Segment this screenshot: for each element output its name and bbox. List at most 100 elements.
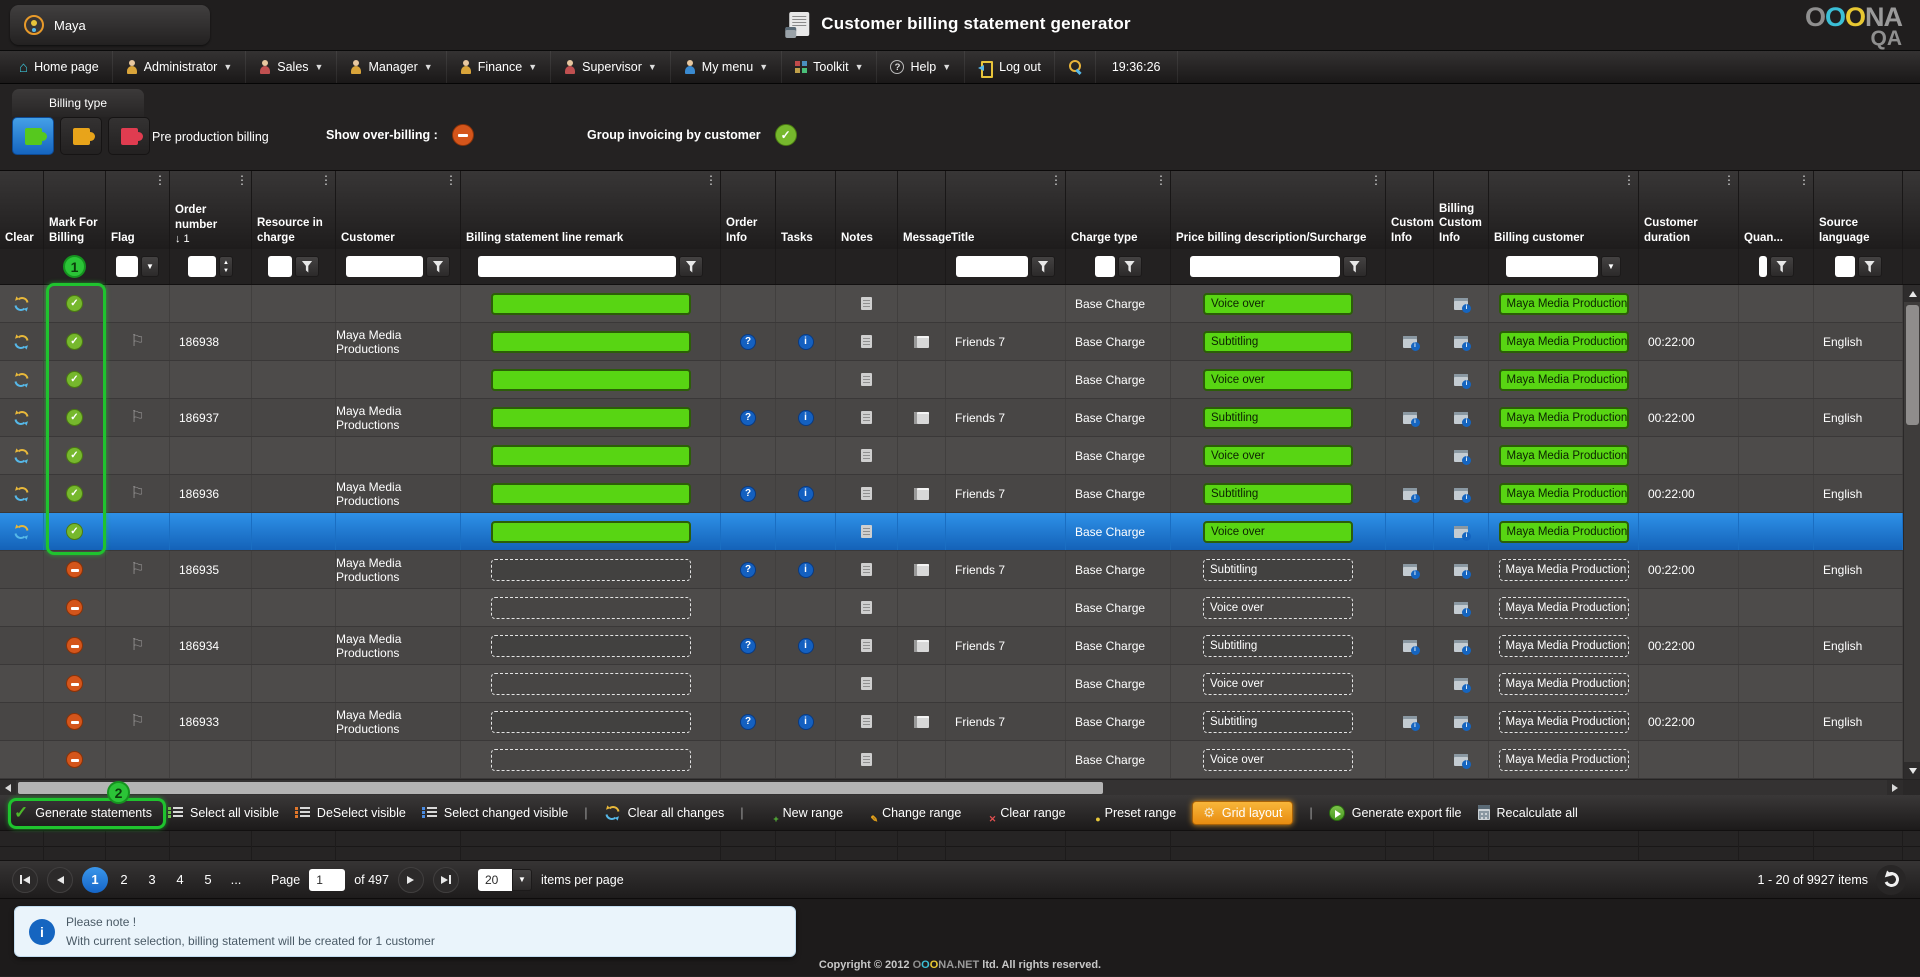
billing-remark-input[interactable]	[490, 672, 691, 695]
horizontal-scrollbar[interactable]	[0, 779, 1920, 796]
order-info-icon[interactable]: ?	[740, 409, 756, 426]
not-marked-for-billing-icon[interactable]	[66, 561, 83, 578]
custom-info-icon[interactable]	[1402, 639, 1420, 655]
toolbar-deselect-visible[interactable]: DeSelect visible	[294, 806, 406, 820]
notes-icon[interactable]	[861, 449, 872, 462]
page-number-input[interactable]: 1	[309, 868, 346, 891]
menu-item-supervisor[interactable]: Supervisor ▼	[551, 51, 671, 83]
custom-info-icon[interactable]	[1402, 715, 1420, 731]
column-header-tasks[interactable]: Tasks	[776, 171, 836, 249]
message-icon[interactable]	[914, 335, 929, 348]
billing-type-pre-production-button[interactable]	[12, 117, 54, 155]
custom-info-icon[interactable]	[1402, 335, 1420, 351]
column-header-price[interactable]: ⋮ Price billing description/Surcharge	[1171, 171, 1386, 249]
previous-page-button[interactable]	[47, 866, 73, 893]
order-info-icon[interactable]: ?	[740, 637, 756, 654]
filter-funnel-button[interactable]	[295, 256, 319, 277]
billing-remark-input[interactable]	[490, 596, 691, 619]
not-marked-for-billing-icon[interactable]	[66, 751, 83, 768]
clear-row-icon[interactable]	[13, 295, 30, 312]
billing-remark-input[interactable]	[490, 558, 691, 581]
tasks-info-icon[interactable]: i	[797, 485, 814, 502]
column-header-flag[interactable]: ⋮ Flag	[106, 171, 170, 249]
notes-icon[interactable]	[861, 601, 872, 614]
notes-icon[interactable]	[861, 639, 872, 652]
billing-customer-input[interactable]: Maya Media Production	[1498, 710, 1629, 733]
filter-input[interactable]	[478, 256, 676, 277]
column-menu-icon[interactable]: ⋮	[1370, 174, 1382, 186]
price-description-input[interactable]: Voice over	[1203, 292, 1353, 315]
flag-icon[interactable]: ⚐	[130, 637, 144, 654]
tasks-info-icon[interactable]: i	[797, 713, 814, 730]
page-number-...[interactable]: ...	[224, 872, 248, 887]
billing-type-post-production-button[interactable]	[108, 117, 150, 155]
flag-icon[interactable]: ⚐	[130, 561, 144, 578]
table-row[interactable]: ⚐ 186933 Maya Media Productions? i Friends 7…	[0, 703, 1920, 741]
menu-item-home-page[interactable]: ⌂ Home page	[6, 51, 113, 83]
notes-icon[interactable]	[861, 297, 872, 310]
menu-item-my-menu[interactable]: My menu ▼	[671, 51, 783, 83]
billing-custom-info-icon[interactable]	[1454, 411, 1471, 427]
column-menu-icon[interactable]: ⋮	[154, 174, 166, 186]
table-row[interactable]: ✓ Base Charge Voice over Maya Media Product…	[0, 513, 1920, 551]
column-header-notes[interactable]: Notes	[836, 171, 898, 249]
toolbar-select-changed-visible[interactable]: Select changed visible	[421, 806, 568, 820]
column-header-quantity[interactable]: ⋮ Quan...	[1739, 171, 1814, 249]
notes-icon[interactable]	[861, 335, 872, 348]
marked-for-billing-icon[interactable]: ✓	[66, 409, 83, 426]
toolbar-recalculate-all[interactable]: Recalculate all	[1477, 805, 1578, 820]
flag-icon[interactable]: ⚐	[130, 485, 144, 502]
column-menu-icon[interactable]: ⋮	[1623, 174, 1635, 186]
price-description-input[interactable]: Subtitling	[1203, 406, 1353, 429]
column-header-mark[interactable]: Mark For Billing	[44, 171, 106, 249]
price-description-input[interactable]: Subtitling	[1203, 482, 1353, 505]
marked-for-billing-icon[interactable]: ✓	[66, 371, 83, 388]
refresh-button[interactable]	[1876, 864, 1906, 895]
order-info-icon[interactable]: ?	[740, 485, 756, 502]
column-menu-icon[interactable]: ⋮	[1050, 174, 1062, 186]
filter-input[interactable]	[116, 256, 138, 277]
page-size-select[interactable]: 20 ▼	[477, 868, 532, 891]
clear-row-icon[interactable]	[13, 409, 30, 426]
message-icon[interactable]	[914, 639, 929, 652]
billing-remark-input[interactable]	[490, 520, 691, 543]
price-description-input[interactable]: Subtitling	[1203, 558, 1353, 581]
toolbar-change-range[interactable]: ✎ Change range	[859, 805, 962, 824]
billing-customer-input[interactable]: Maya Media Production	[1498, 368, 1629, 391]
tasks-info-icon[interactable]: i	[797, 409, 814, 426]
price-description-input[interactable]: Voice over	[1203, 368, 1353, 391]
filter-funnel-button[interactable]	[1857, 256, 1882, 277]
price-description-input[interactable]: Voice over	[1203, 748, 1353, 771]
billing-type-tab[interactable]: Billing type	[12, 89, 144, 117]
billing-customer-input[interactable]: Maya Media Production	[1498, 558, 1629, 581]
notes-icon[interactable]	[861, 411, 872, 424]
billing-custom-info-icon[interactable]	[1454, 677, 1471, 693]
billing-customer-input[interactable]: Maya Media Production	[1498, 406, 1629, 429]
table-row[interactable]: ✓ Base Charge Voice over Maya Media Product…	[0, 361, 1920, 399]
marked-for-billing-icon[interactable]: ✓	[66, 485, 83, 502]
filter-input[interactable]	[1758, 256, 1767, 277]
first-page-button[interactable]	[12, 866, 38, 893]
filter-spinner[interactable]: ▲ ▼	[219, 256, 233, 277]
tasks-info-icon[interactable]: i	[797, 333, 814, 350]
billing-custom-info-icon[interactable]	[1454, 563, 1471, 579]
billing-remark-input[interactable]	[490, 748, 691, 771]
menu-item-sales[interactable]: Sales ▼	[246, 51, 338, 83]
price-description-input[interactable]: Voice over	[1203, 444, 1353, 467]
page-number-3[interactable]: 3	[140, 872, 164, 887]
message-icon[interactable]	[914, 715, 929, 728]
clear-row-icon[interactable]	[13, 523, 30, 540]
filter-input[interactable]	[188, 256, 216, 277]
order-info-icon[interactable]: ?	[740, 713, 756, 730]
billing-custom-info-icon[interactable]	[1454, 753, 1471, 769]
message-icon[interactable]	[914, 487, 929, 500]
notes-icon[interactable]	[861, 715, 872, 728]
clear-row-icon[interactable]	[13, 447, 30, 464]
not-marked-for-billing-icon[interactable]	[66, 637, 83, 654]
table-row[interactable]: Base Charge Voice over Maya Media Producti…	[0, 589, 1920, 627]
not-marked-for-billing-icon[interactable]	[66, 713, 83, 730]
vertical-scroll-thumb[interactable]	[1906, 305, 1919, 425]
billing-customer-input[interactable]: Maya Media Production	[1498, 330, 1629, 353]
filter-funnel-button[interactable]	[1342, 256, 1367, 277]
billing-type-production-button[interactable]	[60, 117, 102, 155]
